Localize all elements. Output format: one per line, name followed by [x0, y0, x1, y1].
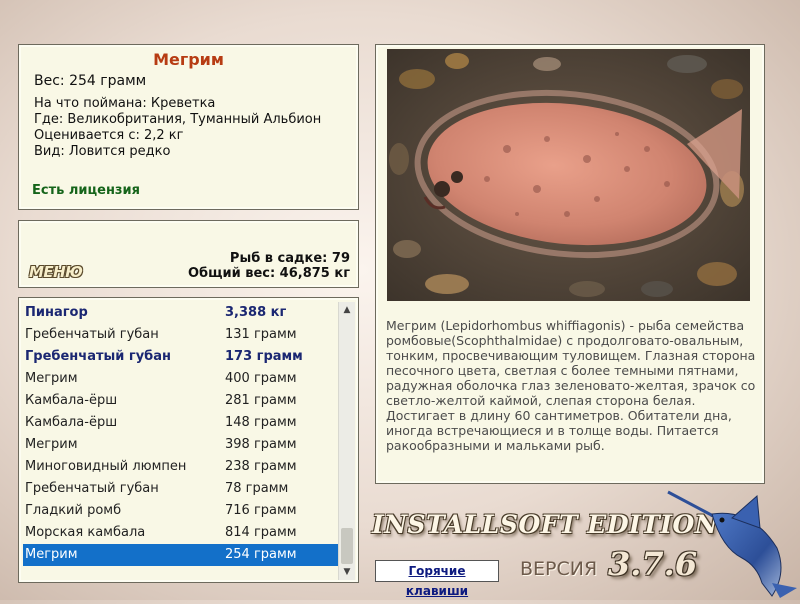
list-item-name: Камбала-ёрш [25, 393, 118, 408]
list-item-name: Морская камбала [25, 525, 146, 540]
version-label: ВЕРСИЯ [520, 558, 598, 580]
scroll-up-icon[interactable]: ▲ [339, 302, 355, 318]
list-item-name: Мегрим [25, 371, 78, 386]
list-item[interactable]: Гребенчатый губан 131 грамм [23, 324, 339, 346]
license-status: Есть лицензия [32, 183, 140, 198]
catch-rarity: Вид: Ловится редко [34, 144, 171, 159]
list-item-weight: 148 грамм [225, 415, 297, 430]
fish-title: Мегрим [153, 50, 224, 69]
marlin-icon [662, 488, 800, 600]
list-item-weight: 716 грамм [225, 503, 297, 518]
list-item-name: Мегрим [25, 547, 78, 562]
total-weight: Общий вес: 46,875 кг [187, 266, 350, 281]
list-item[interactable]: Гребенчатый губан 78 грамм [23, 478, 339, 500]
catch-details: На что поймана: Креветка Где: Великобрит… [34, 96, 321, 160]
list-item[interactable]: Мегрим 398 грамм [23, 434, 339, 456]
list-item-weight: 254 грамм [225, 547, 297, 562]
fish-list-rows: Пинагор 3,388 кг Гребенчатый губан 131 грам… [23, 302, 339, 566]
list-item-name: Гладкий ромб [25, 503, 122, 518]
catch-bait: На что поймана: Креветка [34, 96, 216, 111]
list-item-weight: 131 грамм [225, 327, 297, 342]
fish-photo [387, 49, 750, 301]
list-item-name: Миноговидный люмпен [25, 459, 187, 474]
fish-description: Мегрим (Lepidorhombus whiffiagonis) - ры… [386, 318, 756, 453]
list-item-weight: 400 грамм [225, 371, 297, 386]
list-scrollbar[interactable]: ▲ ▼ [338, 302, 355, 580]
list-item-weight: 281 грамм [225, 393, 297, 408]
list-item[interactable]: Гладкий ромб 716 грамм [23, 500, 339, 522]
list-item-name: Пинагор [25, 305, 88, 320]
list-item-weight: 78 грамм [225, 481, 289, 496]
catch-info-panel: Мегрим Вес: 254 грамм На что поймана: Кр… [18, 44, 359, 210]
hotkeys-button[interactable]: Горячие клавиши [375, 560, 499, 598]
list-item-name: Камбала-ёрш [25, 415, 118, 430]
fish-count: Рыб в садке: 79 [229, 251, 350, 266]
list-item-name: Мегрим [25, 437, 78, 452]
list-item-weight: 238 грамм [225, 459, 297, 474]
list-item[interactable]: Камбала-ёрш 281 грамм [23, 390, 339, 412]
list-item[interactable]: Мегрим 254 грамм [23, 544, 339, 566]
list-item[interactable]: Гребенчатый губан 173 грамм [23, 346, 339, 368]
list-item-name: Гребенчатый губан [25, 327, 159, 342]
list-item-name: Гребенчатый губан [25, 481, 159, 496]
list-item-name: Гребенчатый губан [25, 349, 172, 364]
list-item[interactable]: Миноговидный люмпен 238 грамм [23, 456, 339, 478]
scroll-down-icon[interactable]: ▼ [339, 564, 355, 580]
list-item[interactable]: Мегрим 400 грамм [23, 368, 339, 390]
catch-location: Где: Великобритания, Туманный Альбион [34, 112, 322, 127]
keepnet-stats-panel: МЕНЮ Рыб в садке: 79 Общий вес: 46,875 к… [18, 220, 359, 288]
list-item[interactable]: Камбала-ёрш 148 грамм [23, 412, 339, 434]
list-item-weight: 398 грамм [225, 437, 297, 452]
fish-list[interactable]: Пинагор 3,388 кг Гребенчатый губан 131 грам… [18, 297, 359, 583]
fish-photo-panel: Мегрим (Lepidorhombus whiffiagonis) - ры… [375, 44, 765, 484]
catch-value: Оценивается с: 2,2 кг [34, 128, 184, 143]
list-item[interactable]: Морская камбала 814 грамм [23, 522, 339, 544]
list-item-weight: 814 грамм [225, 525, 297, 540]
list-item[interactable]: Пинагор 3,388 кг [23, 302, 339, 324]
fish-weight: Вес: 254 грамм [34, 73, 147, 89]
list-item-weight: 173 грамм [225, 349, 303, 364]
menu-button[interactable]: МЕНЮ [29, 263, 83, 281]
scroll-thumb[interactable] [341, 528, 353, 564]
list-item-weight: 3,388 кг [225, 305, 287, 320]
